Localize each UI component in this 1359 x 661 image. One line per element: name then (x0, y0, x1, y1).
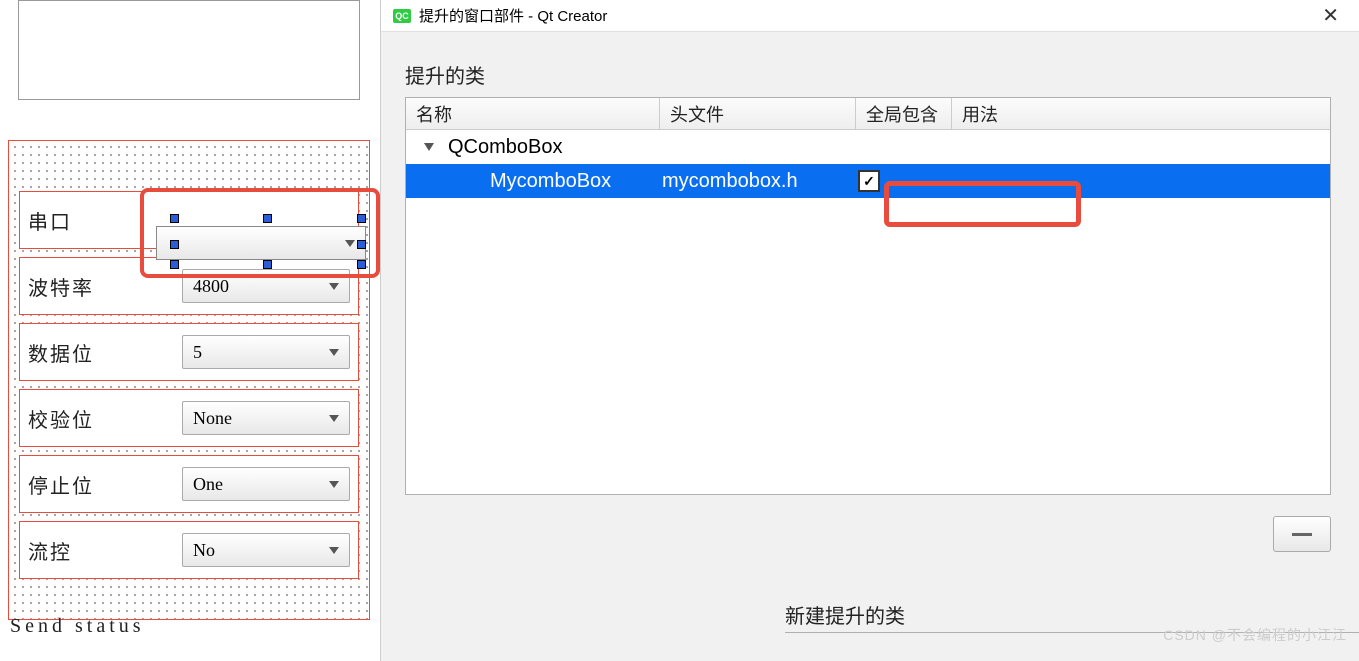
tree-header: 名称 头文件 全局包含 用法 (406, 98, 1330, 130)
qt-creator-icon: QC (393, 9, 411, 23)
chevron-down-icon (329, 415, 339, 422)
form-row-flowcontrol: 流控 No (19, 521, 359, 579)
close-button[interactable]: ✕ (1314, 3, 1347, 28)
label-parity: 校验位 (28, 404, 168, 433)
combo-stopbits-value: One (193, 474, 223, 495)
check-icon: ✓ (863, 173, 875, 190)
remove-button[interactable] (1273, 516, 1331, 552)
window-title: 提升的窗口部件 - Qt Creator (419, 5, 607, 26)
resize-handle[interactable] (357, 240, 366, 249)
minus-icon (1292, 533, 1312, 536)
watermark: CSDN @不会编程的小江江 (1163, 625, 1347, 645)
combo-databits[interactable]: 5 (182, 335, 350, 369)
tree-parent-label: QComboBox (448, 136, 563, 159)
promote-dialog: QC 提升的窗口部件 - Qt Creator ✕ 提升的类 名称 头文件 全局… (380, 0, 1359, 661)
resize-handle[interactable] (170, 240, 179, 249)
chevron-down-icon (345, 240, 355, 247)
combo-port-selected[interactable] (156, 226, 366, 260)
resize-handle[interactable] (263, 260, 272, 269)
send-status-label: Send status (10, 615, 145, 638)
combo-parity[interactable]: None (182, 401, 350, 435)
resize-handle[interactable] (263, 214, 272, 223)
col-header-file[interactable]: 头文件 (660, 98, 856, 129)
combo-stopbits[interactable]: One (182, 467, 350, 501)
label-flowcontrol: 流控 (28, 536, 168, 565)
chevron-down-icon (329, 283, 339, 290)
col-name[interactable]: 名称 (406, 98, 660, 129)
tree-item-qcombobox[interactable]: QComboBox (406, 130, 1330, 164)
chevron-down-icon (329, 481, 339, 488)
form-row-stopbits: 停止位 One (19, 455, 359, 513)
combo-flowcontrol-value: No (193, 540, 215, 561)
dialog-body: 提升的类 名称 头文件 全局包含 用法 QComboBox MycomboBox… (381, 32, 1359, 495)
new-promoted-class-label: 新建提升的类 (785, 600, 905, 629)
resize-handle[interactable] (170, 214, 179, 223)
form-row-databits: 数据位 5 (19, 323, 359, 381)
global-include-checkbox[interactable]: ✓ (858, 170, 880, 192)
designer-panel: 串口 波特率 4800 数据位 5 校验位 None 停止位 (0, 0, 380, 661)
child-global-include: ✓ (856, 170, 952, 192)
form-row-parity: 校验位 None (19, 389, 359, 447)
combo-flowcontrol[interactable]: No (182, 533, 350, 567)
chevron-down-icon (329, 349, 339, 356)
col-usage[interactable]: 用法 (952, 98, 1330, 129)
combo-databits-value: 5 (193, 342, 202, 363)
chevron-down-icon (329, 547, 339, 554)
expand-icon[interactable] (424, 143, 434, 151)
resize-handle[interactable] (357, 214, 366, 223)
resize-handle[interactable] (357, 260, 366, 269)
label-stopbits: 停止位 (28, 470, 168, 499)
upper-widget-box (18, 0, 360, 100)
resize-handle[interactable] (170, 260, 179, 269)
promoted-classes-tree[interactable]: 名称 头文件 全局包含 用法 QComboBox MycomboBox myco… (405, 97, 1331, 495)
combo-parity-value: None (193, 408, 232, 429)
tree-item-mycombobox[interactable]: MycomboBox mycombobox.h ✓ (406, 164, 1330, 198)
col-global-include[interactable]: 全局包含 (856, 98, 952, 129)
label-databits: 数据位 (28, 338, 168, 367)
child-header: mycombobox.h (660, 170, 856, 193)
titlebar: QC 提升的窗口部件 - Qt Creator ✕ (381, 0, 1359, 32)
child-name: MycomboBox (406, 170, 660, 193)
combo-baud-value: 4800 (193, 276, 229, 297)
promoted-classes-label: 提升的类 (405, 60, 1335, 89)
